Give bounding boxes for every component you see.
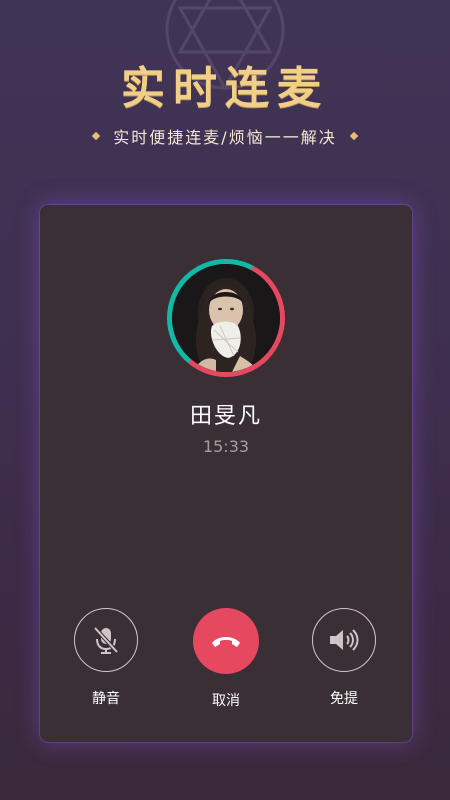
diamond-icon — [349, 131, 358, 141]
diamond-icon — [92, 131, 101, 141]
microphone-muted-icon — [93, 626, 119, 654]
contact-name: 田旻凡 — [189, 404, 262, 429]
phone-hangup-icon — [212, 637, 240, 647]
speaker-button-circle[interactable] — [312, 608, 376, 672]
avatar-portrait-image — [172, 264, 280, 372]
speaker-button[interactable]: 免提 — [304, 608, 384, 708]
mute-label: 静音 — [92, 691, 120, 707]
speaker-icon — [330, 629, 359, 651]
speaker-label: 免提 — [330, 691, 358, 707]
mute-button-circle[interactable] — [74, 608, 138, 672]
subtitle-text: 实时便捷连麦/烦恼一一解决 — [113, 128, 337, 147]
call-timer: 15:33 — [202, 437, 250, 456]
hangup-label: 取消 — [212, 693, 240, 709]
page-subtitle: 实时便捷连麦/烦恼一一解决 — [0, 124, 450, 148]
hangup-button[interactable]: 取消 — [186, 608, 266, 710]
avatar-photo — [172, 264, 280, 372]
call-card: 田旻凡 15:33 静音 取消 免提 — [40, 205, 412, 742]
avatar — [167, 259, 285, 377]
call-controls: 静音 取消 免提 — [40, 608, 412, 709]
hangup-button-circle[interactable] — [193, 608, 259, 674]
page-title: 实时连麦 — [121, 63, 329, 114]
mute-button[interactable]: 静音 — [66, 608, 146, 708]
